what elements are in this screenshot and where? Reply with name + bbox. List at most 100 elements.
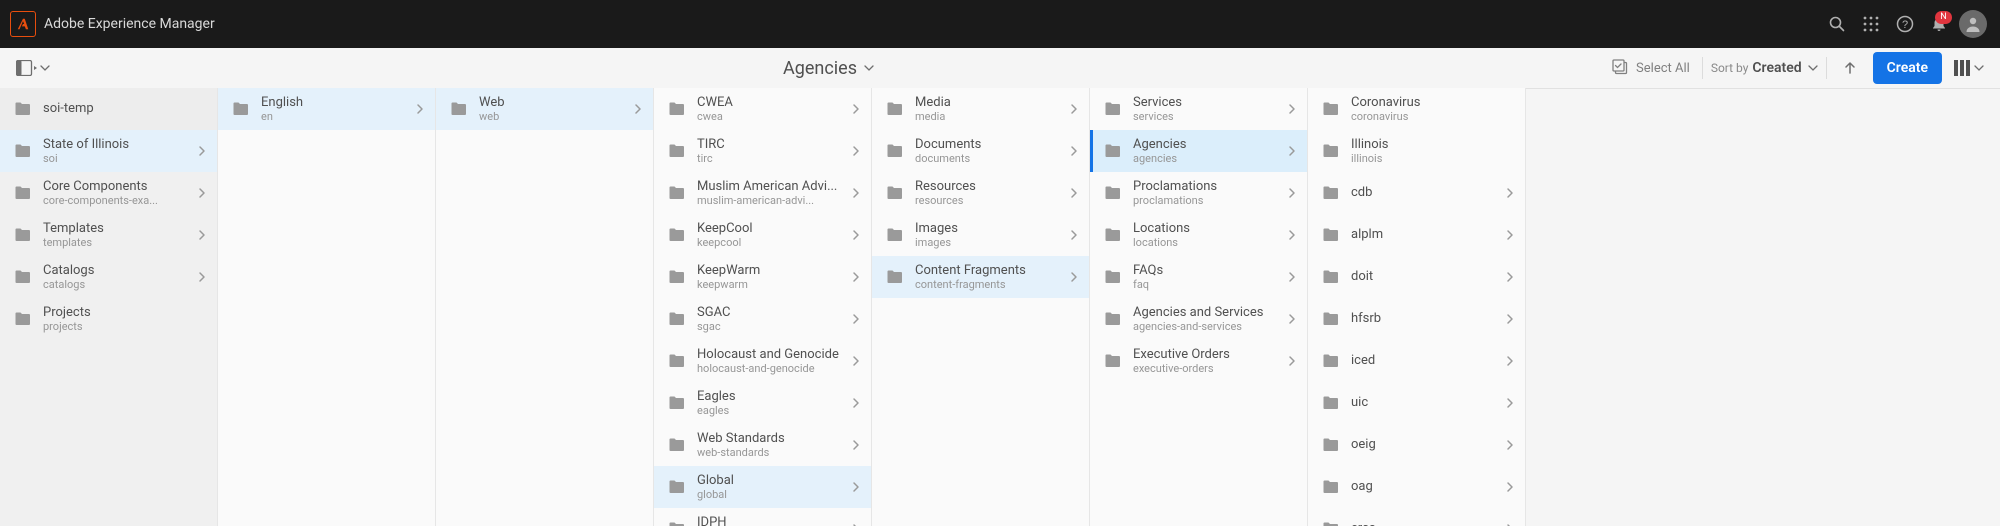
folder-item[interactable]: Coronaviruscoronavirus xyxy=(1308,88,1525,130)
folder-item[interactable]: alplm xyxy=(1308,214,1525,256)
folder-item-text: Core Componentscore-components-exa... xyxy=(43,179,193,208)
chevron-right-icon xyxy=(1501,397,1519,409)
help-icon[interactable]: ? xyxy=(1888,7,1922,41)
folder-item[interactable]: Muslim American Advi...muslim-american-a… xyxy=(654,172,871,214)
folder-item[interactable]: crsa xyxy=(1308,508,1525,526)
folder-item[interactable]: soi-temp xyxy=(0,88,217,130)
folder-item-title: Projects xyxy=(43,305,193,321)
chevron-right-icon xyxy=(1283,355,1301,367)
chevron-right-icon xyxy=(1501,271,1519,283)
folder-icon xyxy=(667,520,687,526)
chevron-right-icon xyxy=(1065,187,1083,199)
folder-item[interactable]: FAQsfaq xyxy=(1090,256,1307,298)
folder-item[interactable]: Content Fragmentscontent-fragments xyxy=(872,256,1089,298)
folder-item-title: Web xyxy=(479,95,629,111)
chevron-right-icon xyxy=(193,229,211,241)
folder-item[interactable]: TIRCtirc xyxy=(654,130,871,172)
folder-icon xyxy=(1103,226,1123,244)
folder-item[interactable]: Agenciesagencies xyxy=(1090,130,1307,172)
folder-icon xyxy=(1321,436,1341,454)
select-all-button[interactable]: Select All xyxy=(1604,59,1698,77)
user-avatar[interactable] xyxy=(1956,7,1990,41)
folder-item[interactable]: SGACsgac xyxy=(654,298,871,340)
breadcrumb-title[interactable]: Agencies xyxy=(54,58,1604,79)
folder-item-name: muslim-american-advi... xyxy=(697,194,847,207)
folder-item-title: doit xyxy=(1351,269,1501,285)
chevron-right-icon xyxy=(1065,145,1083,157)
folder-icon xyxy=(13,226,33,244)
folder-item[interactable]: Core Componentscore-components-exa... xyxy=(0,172,217,214)
folder-item[interactable]: oag xyxy=(1308,466,1525,508)
folder-item[interactable]: Locationslocations xyxy=(1090,214,1307,256)
folder-item-name: templates xyxy=(43,236,193,249)
folder-item[interactable]: Documentsdocuments xyxy=(872,130,1089,172)
folder-item-title: English xyxy=(261,95,411,111)
folder-item[interactable]: Catalogscatalogs xyxy=(0,256,217,298)
sort-dropdown[interactable]: Sort by Created xyxy=(1702,57,1827,79)
folder-item-text: cdb xyxy=(1351,185,1501,201)
folder-item[interactable]: KeepCoolkeepcool xyxy=(654,214,871,256)
folder-item[interactable]: Englishen xyxy=(218,88,435,130)
create-button[interactable]: Create xyxy=(1873,52,1942,84)
chevron-right-icon xyxy=(1283,145,1301,157)
folder-item[interactable]: Proclamationsproclamations xyxy=(1090,172,1307,214)
global-header: Adobe Experience Manager ? N xyxy=(0,0,2000,48)
folder-item-text: Agencies and Servicesagencies-and-servic… xyxy=(1133,305,1283,334)
sort-value: Created xyxy=(1752,60,1801,76)
folder-item[interactable]: Servicesservices xyxy=(1090,88,1307,130)
folder-item-name: documents xyxy=(915,152,1065,165)
chevron-right-icon xyxy=(1283,271,1301,283)
folder-item[interactable]: IDPHidph xyxy=(654,508,871,526)
folder-item[interactable]: iced xyxy=(1308,340,1525,382)
folder-item[interactable]: Eagleseagles xyxy=(654,382,871,424)
folder-item-text: TIRCtirc xyxy=(697,137,847,166)
adobe-logo[interactable] xyxy=(10,11,36,37)
folder-item[interactable]: Projectsprojects xyxy=(0,298,217,340)
sort-direction-button[interactable] xyxy=(1831,53,1869,83)
folder-item[interactable]: cdb xyxy=(1308,172,1525,214)
folder-item-title: iced xyxy=(1351,353,1501,369)
folder-icon xyxy=(1103,142,1123,160)
folder-item-text: oag xyxy=(1351,479,1501,495)
folder-item-text: hfsrb xyxy=(1351,311,1501,327)
folder-item-title: Templates xyxy=(43,221,193,237)
folder-item-title: IDPH xyxy=(697,515,847,526)
search-icon[interactable] xyxy=(1820,7,1854,41)
sort-label: Sort by xyxy=(1711,61,1749,75)
folder-item-name: agencies-and-services xyxy=(1133,320,1283,333)
folder-icon xyxy=(667,268,687,286)
folder-item[interactable]: Executive Ordersexecutive-orders xyxy=(1090,340,1307,382)
column-0: soi-tempState of Illinoissoi Core Compone… xyxy=(0,88,218,526)
folder-item[interactable]: Resourcesresources xyxy=(872,172,1089,214)
folder-item-name: keepwarm xyxy=(697,278,847,291)
folder-item-title: Resources xyxy=(915,179,1065,195)
folder-item-title: Eagles xyxy=(697,389,847,405)
folder-item-title: Locations xyxy=(1133,221,1283,237)
folder-item[interactable]: Agencies and Servicesagencies-and-servic… xyxy=(1090,298,1307,340)
folder-item-name: core-components-exa... xyxy=(43,194,193,207)
folder-item[interactable]: Globalglobal xyxy=(654,466,871,508)
chevron-right-icon xyxy=(847,397,865,409)
folder-item[interactable]: Imagesimages xyxy=(872,214,1089,256)
folder-item[interactable]: hfsrb xyxy=(1308,298,1525,340)
folder-item[interactable]: doit xyxy=(1308,256,1525,298)
folder-item[interactable]: uic xyxy=(1308,382,1525,424)
rail-toggle-button[interactable] xyxy=(12,53,54,83)
folder-item[interactable]: Mediamedia xyxy=(872,88,1089,130)
folder-item[interactable]: Templatestemplates xyxy=(0,214,217,256)
apps-icon[interactable] xyxy=(1854,7,1888,41)
view-switcher-button[interactable] xyxy=(1950,53,1988,83)
folder-item[interactable]: Web Standardsweb-standards xyxy=(654,424,871,466)
chevron-right-icon xyxy=(629,103,647,115)
notifications-icon[interactable]: N xyxy=(1922,7,1956,41)
folder-item[interactable]: oeig xyxy=(1308,424,1525,466)
folder-item[interactable]: Holocaust and Genocideholocaust-and-geno… xyxy=(654,340,871,382)
folder-item[interactable]: Illinoisillinois xyxy=(1308,130,1525,172)
folder-item-name: agencies xyxy=(1133,152,1283,165)
folder-item[interactable]: State of Illinoissoi xyxy=(0,130,217,172)
folder-item[interactable]: Webweb xyxy=(436,88,653,130)
folder-item-name: locations xyxy=(1133,236,1283,249)
folder-item[interactable]: KeepWarmkeepwarm xyxy=(654,256,871,298)
folder-item[interactable]: CWEAcwea xyxy=(654,88,871,130)
folder-icon xyxy=(667,184,687,202)
